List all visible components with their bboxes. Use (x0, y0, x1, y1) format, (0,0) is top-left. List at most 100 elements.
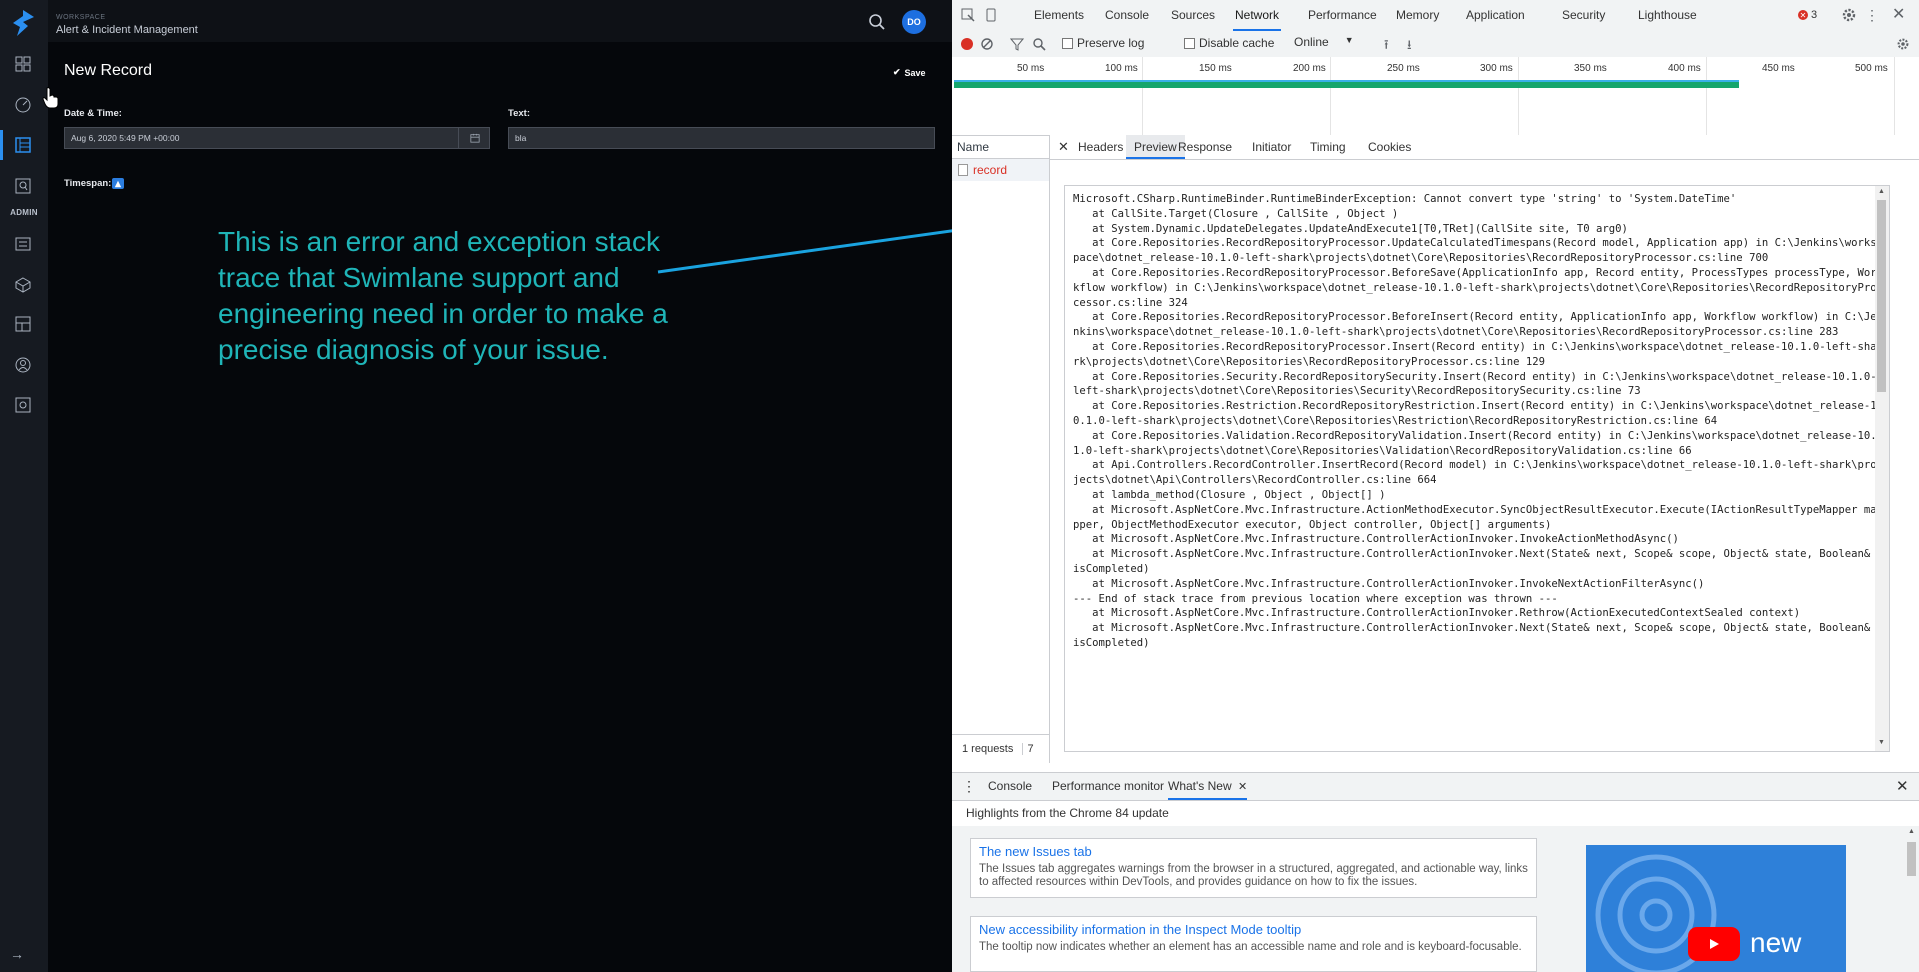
drawer-menu-icon[interactable]: ⋮ (962, 773, 976, 800)
scroll-up-icon[interactable]: ▲ (1878, 188, 1885, 195)
request-detail-tabs: ✕ Headers Preview Response Initiator Tim… (1050, 135, 1919, 160)
search-icon[interactable] (868, 13, 886, 31)
preserve-log-checkbox[interactable]: Preserve log (1062, 36, 1144, 50)
record-icon[interactable] (961, 38, 973, 50)
tab-console[interactable]: Console (1103, 0, 1151, 31)
settings-icon[interactable] (11, 393, 35, 417)
device-toolbar-icon[interactable] (983, 7, 999, 23)
error-count: 3 (1811, 9, 1818, 21)
throttling-value: Online (1294, 35, 1329, 49)
grid-line (1894, 57, 1895, 135)
swimlane-app: ADMIN → WORKSPACE Alert & Incident Manag… (0, 0, 952, 972)
export-har-icon[interactable]: ⭳ (1407, 36, 1412, 58)
tab-headers[interactable]: Headers (1078, 135, 1123, 159)
card-body: The tooltip now indicates whether an ele… (979, 941, 1522, 953)
tab-application[interactable]: Application (1464, 0, 1527, 31)
datetime-value: Aug 6, 2020 5:49 PM +00:00 (71, 133, 180, 143)
close-devtools-icon[interactable]: ✕ (1892, 7, 1908, 23)
scroll-up-icon[interactable]: ▲ (1908, 828, 1915, 835)
close-tab-icon[interactable]: ✕ (1238, 781, 1247, 793)
timeline-tick: 400 ms (1668, 63, 1701, 74)
whats-new-card[interactable]: New accessibility information in the Ins… (970, 916, 1537, 972)
reports-icon[interactable] (11, 312, 35, 336)
drawer-tab-console[interactable]: Console (988, 773, 1032, 800)
expand-nav-icon[interactable]: → (10, 946, 24, 962)
devtools-panel: Elements Console Sources Network Perform… (952, 0, 1919, 972)
close-drawer-icon[interactable]: ✕ (1896, 773, 1909, 800)
card-title[interactable]: The new Issues tab (979, 844, 1528, 859)
stack-trace-text: Microsoft.CSharp.RuntimeBinder.RuntimeBi… (1073, 193, 1877, 649)
records-icon[interactable] (11, 133, 35, 157)
tab-sources[interactable]: Sources (1169, 0, 1217, 31)
drawer-tab-whats-new[interactable]: What's New ✕ (1168, 773, 1248, 800)
grid-line (1330, 57, 1331, 135)
disable-cache-label: Disable cache (1199, 36, 1275, 50)
card-title[interactable]: New accessibility information in the Ins… (979, 922, 1528, 937)
search-records-icon[interactable] (11, 174, 35, 198)
filter-icon[interactable] (1009, 37, 1025, 51)
tab-lighthouse[interactable]: Lighthouse (1636, 0, 1699, 31)
gear-icon[interactable] (1841, 7, 1857, 23)
network-settings-gear-icon[interactable] (1896, 37, 1910, 51)
close-detail-icon[interactable]: ✕ (1058, 135, 1069, 159)
gauge-icon[interactable] (11, 93, 35, 117)
clear-icon[interactable] (980, 37, 994, 51)
error-count-badge[interactable]: ✕ 3 (1798, 9, 1817, 21)
chrome-update-video-thumbnail[interactable]: new (1586, 845, 1846, 972)
calendar-icon[interactable] (458, 127, 490, 149)
youtube-play-icon[interactable] (1688, 927, 1740, 961)
nav-active-indicator (0, 130, 3, 160)
disable-cache-checkbox[interactable]: Disable cache (1184, 36, 1274, 50)
timeline-tick: 200 ms (1293, 63, 1326, 74)
applications-icon[interactable] (11, 232, 35, 256)
check-icon: ✔ (893, 67, 901, 77)
whats-new-scrollbar[interactable]: ▲ (1905, 826, 1919, 972)
tab-network[interactable]: Network (1233, 0, 1282, 31)
file-icon (958, 164, 968, 176)
name-column-header[interactable]: Name (952, 135, 1049, 159)
network-timeline[interactable]: 50 ms 100 ms 150 ms 200 ms 250 ms 300 ms… (952, 57, 1919, 136)
search-icon[interactable] (1032, 37, 1046, 51)
preserve-log-label: Preserve log (1077, 36, 1145, 50)
timeline-tick: 250 ms (1387, 63, 1420, 74)
whats-new-scrollbar-thumb[interactable] (1907, 842, 1916, 876)
preview-scrollbar[interactable]: ▲ ▼ (1875, 186, 1889, 751)
tab-performance[interactable]: Performance (1306, 0, 1379, 31)
whats-new-card[interactable]: The new Issues tab The Issues tab aggreg… (970, 838, 1537, 898)
tab-initiator[interactable]: Initiator (1252, 135, 1291, 159)
text-field[interactable]: bla (508, 127, 935, 149)
grid-line (1142, 57, 1143, 135)
tab-response[interactable]: Response (1178, 135, 1232, 159)
status-bar-transfer: 7 (1022, 743, 1034, 755)
integrations-icon[interactable] (11, 273, 35, 297)
request-list: Name record 1 requests 7 (952, 135, 1050, 763)
datetime-field[interactable]: Aug 6, 2020 5:49 PM +00:00 (64, 127, 490, 149)
response-preview[interactable]: Microsoft.CSharp.RuntimeBinder.RuntimeBi… (1064, 185, 1890, 752)
workspace-name[interactable]: Alert & Incident Management (56, 24, 198, 36)
tab-elements[interactable]: Elements (1032, 0, 1086, 31)
import-har-icon[interactable]: ⭱ (1384, 36, 1389, 58)
tab-timing[interactable]: Timing (1310, 135, 1346, 159)
more-menu-icon[interactable]: ⋮ (1864, 7, 1880, 23)
timeline-tick: 450 ms (1762, 63, 1795, 74)
tab-memory[interactable]: Memory (1394, 0, 1441, 31)
save-button[interactable]: ✔ Save (893, 67, 926, 78)
drawer-tab-performance-monitor[interactable]: Performance monitor (1052, 773, 1164, 800)
tab-preview[interactable]: Preview (1126, 135, 1185, 159)
request-row[interactable]: record (952, 159, 1049, 181)
timespan-label: Timespan: (64, 178, 112, 189)
preview-scrollbar-thumb[interactable] (1877, 200, 1886, 392)
users-icon[interactable] (11, 353, 35, 377)
save-button-label: Save (904, 67, 926, 78)
throttling-select[interactable]: Online ▼ (1294, 35, 1354, 49)
swimlane-logo[interactable] (8, 8, 38, 38)
avatar[interactable]: DO (902, 10, 926, 34)
request-timing-bar (954, 80, 1739, 88)
drawer-tab-bar: ⋮ Console Performance monitor What's New… (952, 772, 1919, 801)
grid-line (1706, 57, 1707, 135)
dashboard-icon[interactable] (11, 52, 35, 76)
tab-cookies[interactable]: Cookies (1368, 135, 1411, 159)
tab-security[interactable]: Security (1560, 0, 1607, 31)
scroll-down-icon[interactable]: ▼ (1878, 739, 1885, 746)
inspect-element-icon[interactable] (960, 7, 976, 23)
